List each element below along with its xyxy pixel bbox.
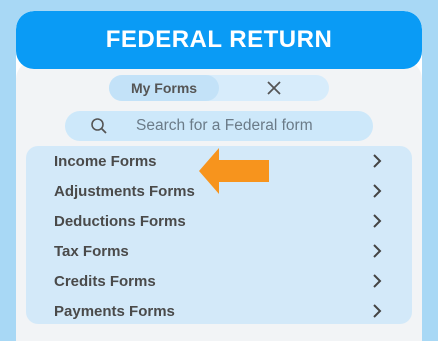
- search-placeholder: Search for a Federal form: [136, 117, 313, 134]
- list-item-label: Adjustments Forms: [54, 182, 195, 200]
- chevron-right-icon: [373, 154, 382, 168]
- chevron-right-icon: [373, 184, 382, 198]
- header-bar: FEDERAL RETURN: [16, 11, 422, 69]
- list-item-label: Deductions Forms: [54, 212, 186, 230]
- chevron-right-icon: [373, 304, 382, 318]
- list-item-credits-forms[interactable]: Credits Forms: [26, 266, 412, 296]
- list-item-deductions-forms[interactable]: Deductions Forms: [26, 206, 412, 236]
- search-icon: [91, 118, 107, 134]
- search-field[interactable]: Search for a Federal form: [65, 111, 373, 141]
- forms-tab-bar: My Forms: [109, 75, 329, 101]
- tab-my-forms[interactable]: My Forms: [109, 75, 219, 101]
- arrow-left-icon: [199, 148, 269, 194]
- list-item-label: Payments Forms: [54, 302, 175, 320]
- list-item-label: Credits Forms: [54, 272, 156, 290]
- list-item-label: Income Forms: [54, 152, 157, 170]
- federal-return-panel: FEDERAL RETURN My Forms Search for a Fed…: [16, 11, 422, 341]
- chevron-right-icon: [373, 274, 382, 288]
- list-item-tax-forms[interactable]: Tax Forms: [26, 236, 412, 266]
- list-item-payments-forms[interactable]: Payments Forms: [26, 296, 412, 326]
- page-title: FEDERAL RETURN: [105, 26, 333, 53]
- chevron-right-icon: [373, 214, 382, 228]
- list-item-label: Tax Forms: [54, 242, 129, 260]
- chevron-right-icon: [373, 244, 382, 258]
- close-icon: [267, 81, 281, 95]
- close-tab-button[interactable]: [219, 75, 329, 101]
